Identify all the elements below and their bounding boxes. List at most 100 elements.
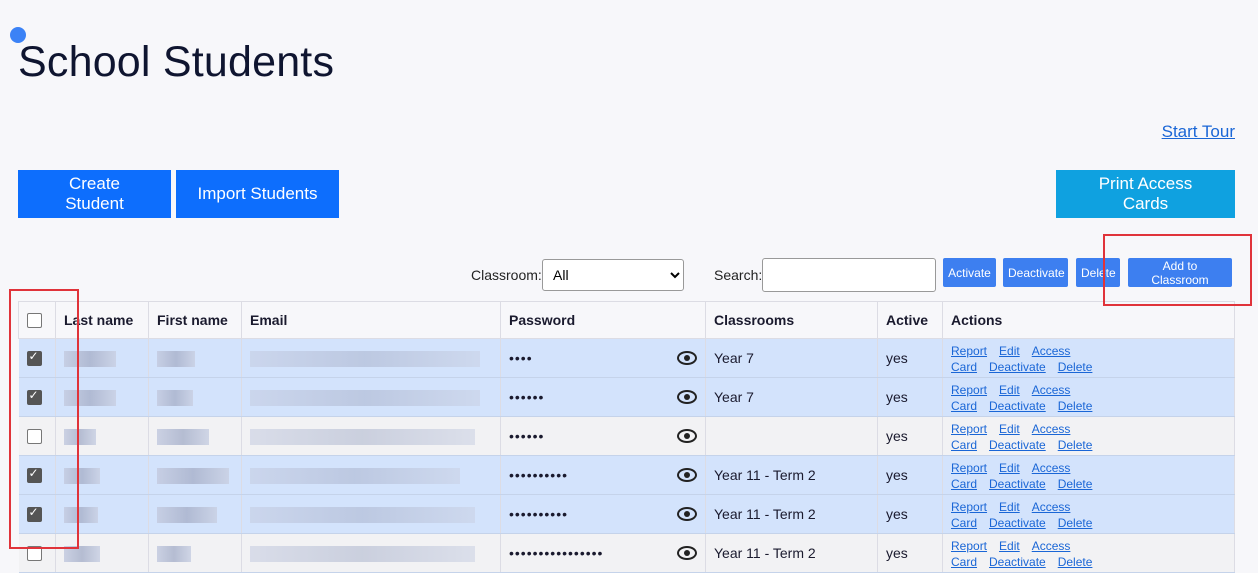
actions-cell: Report Edit Access Card Deactivate Delete xyxy=(942,494,1235,534)
edit-link[interactable]: Edit xyxy=(999,500,1020,514)
deactivate-link[interactable]: Deactivate xyxy=(989,477,1046,491)
email-cell xyxy=(241,416,501,456)
redacted-email xyxy=(250,428,475,445)
redacted-last-name xyxy=(64,350,116,367)
first-name-cell xyxy=(148,455,242,495)
row-select-cell[interactable] xyxy=(18,416,56,456)
password-value: •••••••••• xyxy=(509,467,569,483)
classroom-cell xyxy=(705,416,878,456)
row-checkbox[interactable] xyxy=(26,388,42,406)
report-link[interactable]: Report xyxy=(951,344,987,358)
row-checkbox[interactable] xyxy=(26,429,42,445)
delete-link[interactable]: Delete xyxy=(1058,360,1093,374)
redacted-first-name xyxy=(157,506,217,523)
report-link[interactable]: Report xyxy=(951,500,987,514)
delete-link[interactable]: Delete xyxy=(1058,555,1093,569)
redacted-first-name xyxy=(157,467,229,484)
row-select-cell[interactable] xyxy=(18,494,56,534)
table-row: ••••Year 7yesReportEditAccess CardDeacti… xyxy=(18,338,1235,378)
report-link[interactable]: Report xyxy=(951,383,987,397)
start-tour-link[interactable]: Start Tour xyxy=(1162,122,1235,142)
eye-icon[interactable] xyxy=(677,468,697,482)
edit-link[interactable]: Edit xyxy=(999,344,1020,358)
actions-cell: Report Edit Access Card Deactivate Delete xyxy=(942,533,1235,573)
deactivate-link[interactable]: Deactivate xyxy=(989,555,1046,569)
column-header-email[interactable]: Email xyxy=(241,301,501,339)
edit-link[interactable]: Edit xyxy=(999,539,1020,553)
column-header-password[interactable]: Password xyxy=(500,301,706,339)
eye-icon[interactable] xyxy=(677,546,697,560)
activate-button[interactable]: Activate xyxy=(943,258,996,287)
row-select-cell[interactable] xyxy=(18,338,56,378)
active-cell: yes xyxy=(877,338,943,378)
deactivate-button[interactable]: Deactivate xyxy=(1003,258,1068,287)
delete-button[interactable]: Delete xyxy=(1076,258,1120,287)
select-all-checkbox[interactable] xyxy=(27,313,42,329)
delete-link[interactable]: Delete xyxy=(1058,516,1093,530)
deactivate-link[interactable]: Deactivate xyxy=(989,360,1046,374)
row-select-cell[interactable] xyxy=(18,377,56,417)
report-link[interactable]: Report xyxy=(951,461,987,475)
delete-link[interactable]: Delete xyxy=(1058,438,1093,452)
last-name-cell xyxy=(55,377,149,417)
password-cell: •••••••••••••••• xyxy=(500,533,706,573)
redacted-last-name xyxy=(64,545,100,562)
row-select-cell[interactable] xyxy=(18,533,56,573)
email-cell xyxy=(241,377,501,417)
table-row: •••••• yes Report Edit Access Card Deactivate… xyxy=(18,416,1235,456)
row-checkbox[interactable] xyxy=(26,505,42,523)
deactivate-link[interactable]: Deactivate xyxy=(989,399,1046,413)
edit-link[interactable]: Edit xyxy=(999,422,1020,436)
create-student-button[interactable]: Create Student xyxy=(18,170,171,218)
eye-icon[interactable] xyxy=(677,390,697,404)
table-row: ••••••Year 7yesReportEditAccess CardDeac… xyxy=(18,377,1235,417)
redacted-last-name xyxy=(64,467,100,484)
row-select-cell[interactable] xyxy=(18,455,56,495)
delete-link[interactable]: Delete xyxy=(1058,399,1093,413)
select-all-header[interactable] xyxy=(18,301,56,339)
search-input[interactable] xyxy=(762,258,936,292)
delete-link[interactable]: Delete xyxy=(1058,477,1093,491)
classroom-cell: Year 11 - Term 2 xyxy=(705,455,878,495)
column-header-first-name[interactable]: First name xyxy=(148,301,242,339)
column-header-last-name[interactable]: Last name xyxy=(55,301,149,339)
redacted-last-name xyxy=(64,428,96,445)
email-cell xyxy=(241,533,501,573)
classroom-filter-select[interactable]: All xyxy=(542,259,684,291)
edit-link[interactable]: Edit xyxy=(999,461,1020,475)
deactivate-link[interactable]: Deactivate xyxy=(989,438,1046,452)
password-value: •••••••••• xyxy=(509,506,569,522)
edit-link[interactable]: Edit xyxy=(999,383,1020,397)
import-students-button[interactable]: Import Students xyxy=(176,170,339,218)
add-to-classroom-button[interactable]: Add to Classroom xyxy=(1128,258,1232,287)
search-label: Search: xyxy=(714,267,763,283)
password-value: •••• xyxy=(509,350,533,366)
redacted-email xyxy=(250,467,460,484)
redacted-last-name xyxy=(64,506,98,523)
classroom-cell: Year 11 - Term 2 xyxy=(705,494,878,534)
report-link[interactable]: Report xyxy=(951,422,987,436)
table-row: •••••••••••••••• Year 11 - Term 2 yes Repor… xyxy=(18,533,1235,573)
column-header-classrooms[interactable]: Classrooms xyxy=(705,301,878,339)
first-name-cell xyxy=(148,533,242,573)
password-value: •••••• xyxy=(509,428,545,444)
password-cell: •••••••••• xyxy=(500,494,706,534)
password-value: •••••••••••••••• xyxy=(509,545,604,561)
eye-icon[interactable] xyxy=(677,507,697,521)
first-name-cell xyxy=(148,338,242,378)
deactivate-link[interactable]: Deactivate xyxy=(989,516,1046,530)
email-cell xyxy=(241,455,501,495)
redacted-first-name xyxy=(157,545,191,562)
row-checkbox[interactable] xyxy=(26,546,42,562)
row-checkbox[interactable] xyxy=(26,466,42,484)
redacted-email xyxy=(250,350,480,367)
last-name-cell xyxy=(55,494,149,534)
eye-icon[interactable] xyxy=(677,351,697,365)
eye-icon[interactable] xyxy=(677,429,697,443)
actions-cell: Report Edit Access Card Deactivate Delete xyxy=(942,338,1235,378)
column-header-active[interactable]: Active xyxy=(877,301,943,339)
last-name-cell xyxy=(55,416,149,456)
print-access-cards-button[interactable]: Print Access Cards xyxy=(1056,170,1235,218)
report-link[interactable]: Report xyxy=(951,539,987,553)
row-checkbox[interactable] xyxy=(26,349,42,367)
